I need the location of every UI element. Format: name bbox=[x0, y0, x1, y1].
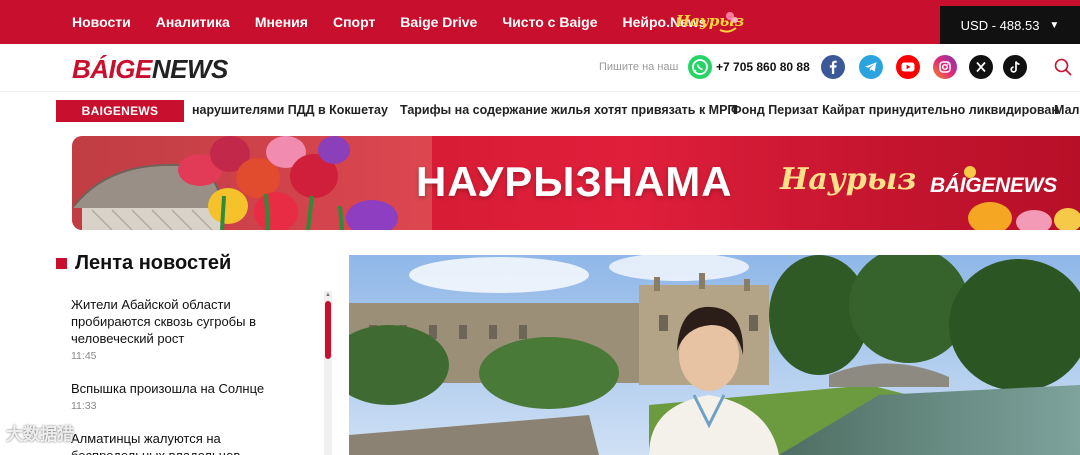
x-icon[interactable] bbox=[969, 55, 993, 79]
feed-item-title: Вспышка произошла на Солнце bbox=[71, 381, 265, 396]
banner-nauryz-text: Наурыз bbox=[780, 162, 917, 197]
youtube-icon[interactable] bbox=[896, 55, 920, 79]
feed-item-time: 11:33 bbox=[71, 400, 97, 412]
watermark-text: 大数据猎 bbox=[6, 425, 74, 444]
feed-item-title: Алматинцы жалуются на беспредельных влад… bbox=[71, 431, 240, 455]
phone-number[interactable]: +7 705 860 80 88 bbox=[716, 60, 810, 74]
main-nav: Новости Аналитика Мнения Спорт Baige Dri… bbox=[72, 0, 732, 44]
tulip-icon bbox=[719, 12, 738, 33]
whatsapp-icon[interactable] bbox=[688, 55, 712, 79]
feed-scrollbar[interactable]: ▲ bbox=[324, 291, 332, 455]
ticker-item[interactable]: Мал bbox=[1054, 103, 1079, 117]
yurt-and-tulips-image bbox=[72, 136, 432, 230]
nav-item-opinions[interactable]: Мнения bbox=[255, 14, 308, 30]
currency-rate: USD - 488.53 bbox=[960, 17, 1040, 33]
currency-select[interactable]: USD - 488.53 ▼ bbox=[940, 6, 1080, 44]
facebook-icon[interactable] bbox=[821, 55, 845, 79]
feed-item[interactable]: Вспышка произошла на Солнце 11:33 bbox=[71, 380, 311, 412]
ticker-item[interactable]: Фонд Перизат Кайрат принудительно ликвид… bbox=[731, 103, 1059, 117]
top-nav-bar: Новости Аналитика Мнения Спорт Baige Dri… bbox=[0, 0, 1080, 44]
nauryznama-banner[interactable]: НАУРЫЗНАМА Наурыз BÁIGENEWS bbox=[72, 136, 1080, 230]
feed-title: Лента новостей bbox=[56, 252, 231, 275]
site-logo-part2: NEWS bbox=[151, 54, 229, 84]
feed-item-time: 11:45 bbox=[71, 350, 97, 362]
tiktok-icon[interactable] bbox=[1003, 55, 1027, 79]
instagram-icon[interactable] bbox=[933, 55, 957, 79]
ticker-label: BAIGENEWS bbox=[56, 100, 184, 122]
ticker-item[interactable]: нарушителями ПДД в Кокшетау bbox=[192, 103, 388, 117]
banner-title: НАУРЫЗНАМА bbox=[416, 158, 733, 205]
featured-news-photo[interactable] bbox=[349, 255, 1080, 455]
feed-title-text: Лента новостей bbox=[75, 252, 232, 274]
ticker-track: нарушителями ПДД в Кокшетау Тарифы на со… bbox=[184, 100, 1080, 122]
header-row: BÁIGENEWS Пишите на наш +7 705 860 80 88 bbox=[0, 44, 1080, 92]
scroll-up-icon[interactable]: ▲ bbox=[324, 291, 332, 299]
nav-item-news[interactable]: Новости bbox=[72, 14, 131, 30]
ticker-item[interactable]: Тарифы на содержание жилья хотят привяза… bbox=[400, 103, 736, 117]
site-logo[interactable]: BÁIGENEWS bbox=[72, 54, 228, 85]
search-icon[interactable] bbox=[1052, 56, 1074, 78]
feed-item[interactable]: Алматинцы жалуются на беспредельных влад… bbox=[71, 430, 311, 455]
nav-item-baige-drive[interactable]: Baige Drive bbox=[400, 14, 477, 30]
feed-item[interactable]: Жители Абайской области пробираются скво… bbox=[71, 296, 311, 362]
tulip-icon bbox=[964, 166, 1080, 230]
feed-item-title: Жители Абайской области пробираются скво… bbox=[71, 297, 256, 346]
telegram-icon[interactable] bbox=[859, 55, 883, 79]
news-ticker: BAIGENEWS нарушителями ПДД в Кокшетау Та… bbox=[0, 92, 1080, 130]
write-us-label: Пишите на наш bbox=[599, 61, 679, 73]
red-square-icon bbox=[56, 258, 67, 269]
nav-item-chisto-s-baige[interactable]: Чисто с Baige bbox=[502, 14, 597, 30]
nav-item-sport[interactable]: Спорт bbox=[333, 14, 375, 30]
scrollbar-thumb[interactable] bbox=[325, 301, 331, 359]
featured-photo-image bbox=[349, 255, 1080, 455]
chevron-down-icon: ▼ bbox=[1049, 19, 1060, 31]
nauryz-logo[interactable]: Наурыз bbox=[672, 10, 744, 36]
news-feed: Лента новостей Жители Абайской области п… bbox=[56, 240, 336, 455]
site-logo-part1: BÁIGE bbox=[72, 54, 152, 84]
nav-item-analytics[interactable]: Аналитика bbox=[156, 14, 230, 30]
